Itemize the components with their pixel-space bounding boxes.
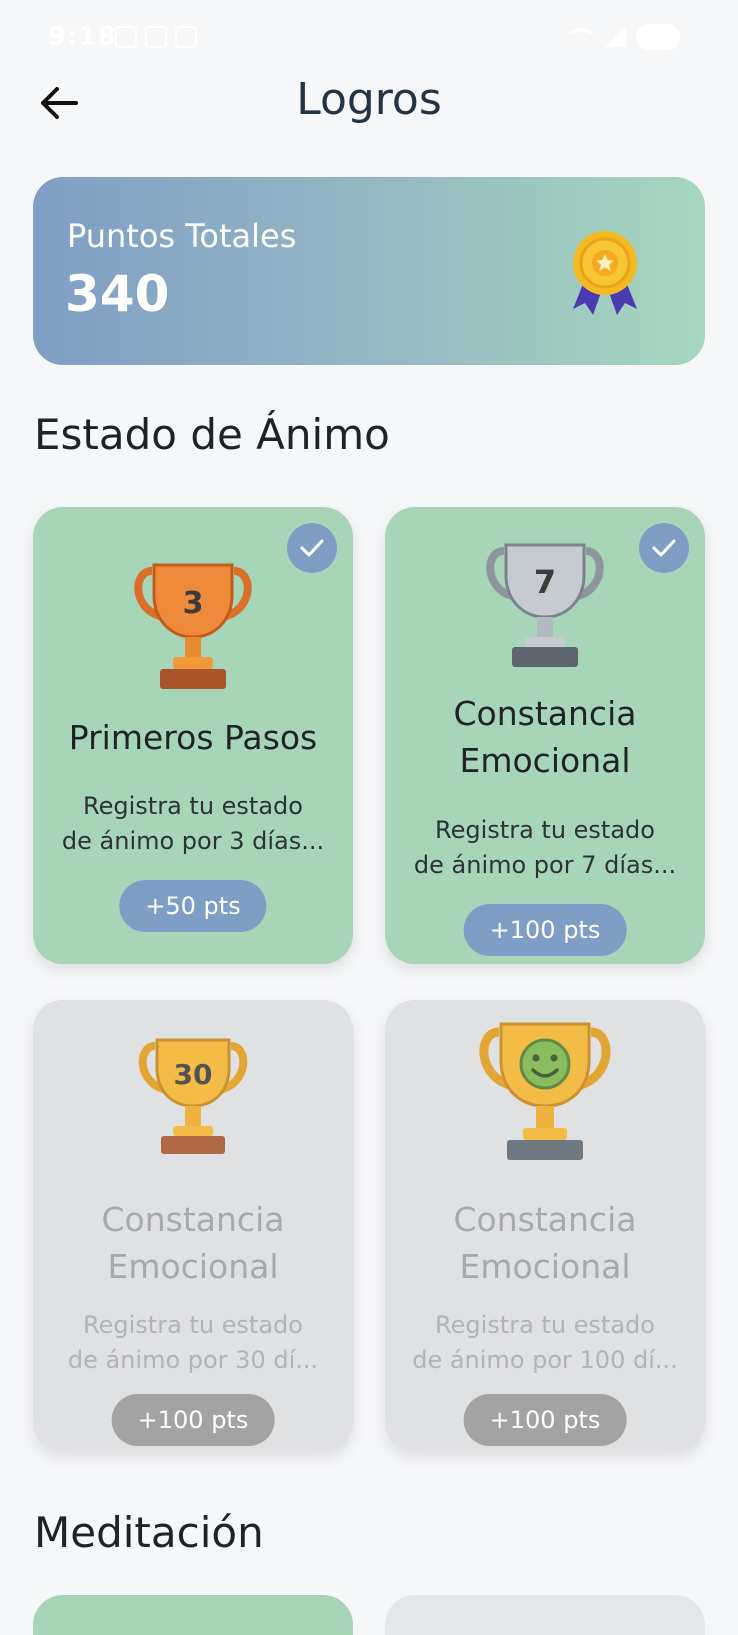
- trophy-number: 3: [183, 586, 204, 621]
- sim-icon: [175, 26, 197, 48]
- smiley-trophy-icon: [479, 1022, 611, 1160]
- total-points-value: 340: [65, 265, 170, 323]
- silver-trophy-icon: 7: [486, 543, 604, 667]
- notification-icons: [115, 26, 197, 48]
- achievement-description-line1: Registra tu estado: [83, 792, 303, 820]
- achievement-card-constancia-7[interactable]: 7 Constancia Emocional Registra tu estad…: [385, 507, 705, 964]
- gold-trophy-icon: 30: [138, 1038, 248, 1154]
- completed-check-icon: [287, 523, 337, 573]
- total-points-label: Puntos Totales: [67, 217, 297, 255]
- achievement-title-line2: Emocional: [107, 1247, 279, 1286]
- screen-record-icon: [115, 26, 137, 48]
- status-time: 9:18: [48, 22, 117, 52]
- achievement-card-meditacion-2[interactable]: [385, 1595, 705, 1635]
- settings-icon: [145, 26, 167, 48]
- medal-icon: [573, 231, 637, 315]
- points-badge: +50 pts: [119, 880, 267, 932]
- bronze-trophy-icon: 3: [134, 563, 252, 689]
- system-icons: [568, 24, 680, 50]
- achievement-card-primeros-pasos[interactable]: 3 Primeros Pasos Registra tu estado de á…: [33, 507, 353, 964]
- section-title-estado-animo: Estado de Ánimo: [34, 410, 390, 459]
- achievement-title: Primeros Pasos: [68, 718, 318, 757]
- achievement-card-meditacion-1[interactable]: [33, 1595, 353, 1635]
- achievement-title-line2: Emocional: [459, 1247, 631, 1286]
- points-badge: +100 pts: [111, 1394, 275, 1446]
- section-title-meditacion: Meditación: [34, 1508, 264, 1557]
- achievement-description-line1: Registra tu estado: [83, 1311, 303, 1339]
- signal-icon: [604, 27, 626, 47]
- achievement-description-line2: de ánimo por 100 dí...: [412, 1346, 678, 1374]
- points-badge: +100 pts: [463, 1394, 627, 1446]
- battery-icon: [636, 24, 680, 50]
- trophy-number: 30: [174, 1058, 213, 1091]
- achievement-description-line2: de ánimo por 3 días...: [61, 827, 325, 855]
- achievement-title-line1: Constancia: [453, 1200, 637, 1239]
- achievement-description-line2: de ánimo por 30 dí...: [67, 1346, 319, 1374]
- achievement-card-constancia-30[interactable]: 30 Constancia Emocional Registra tu esta…: [33, 1000, 353, 1452]
- achievement-title-line1: Constancia: [101, 1200, 285, 1239]
- achievement-description-line1: Registra tu estado: [435, 816, 655, 844]
- points-badge: +100 pts: [463, 904, 627, 956]
- achievement-title-line1: Constancia: [453, 694, 637, 733]
- total-points-card: Puntos Totales 340: [33, 177, 705, 365]
- achievement-description-line2: de ánimo por 7 días...: [413, 851, 677, 879]
- achievement-title-line2: Emocional: [459, 741, 631, 780]
- achievement-card-constancia-100[interactable]: Constancia Emocional Registra tu estado …: [385, 1000, 705, 1452]
- achievement-description-line1: Registra tu estado: [435, 1311, 655, 1339]
- completed-check-icon: [639, 523, 689, 573]
- trophy-number: 7: [534, 563, 556, 601]
- wifi-icon: [568, 28, 594, 46]
- status-bar: 9:18: [0, 0, 738, 80]
- page-title: Logros: [296, 74, 442, 125]
